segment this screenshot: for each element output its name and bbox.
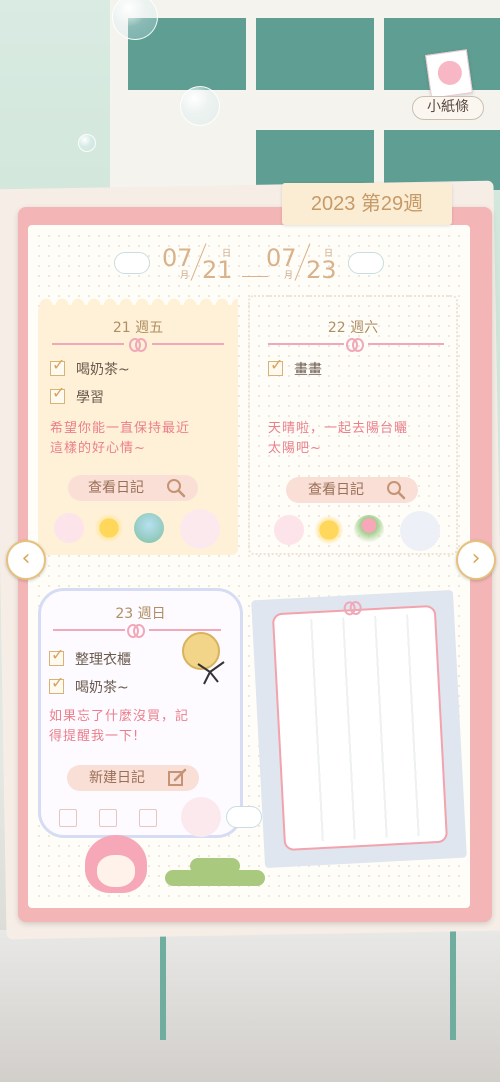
end-day: 23 <box>306 256 337 284</box>
diary-preview: 天晴啦，一起去陽台曬 太陽吧~ <box>268 421 409 456</box>
bow-icon <box>346 338 364 352</box>
date-range-header: 07 月 日 21 07 月 日 23 <box>110 238 390 288</box>
cloud-icon <box>226 806 262 828</box>
bow-icon <box>127 624 145 638</box>
day-title: 21 週五 <box>112 320 164 336</box>
note-paper-icon <box>425 49 473 99</box>
chevron-left-icon: ‹ <box>21 546 31 571</box>
month-label: 月 <box>284 271 294 281</box>
cloud-icon <box>348 252 384 274</box>
edit-icon <box>168 768 187 786</box>
bow-icon <box>129 338 147 352</box>
note-button[interactable]: 小紙條 <box>412 48 484 122</box>
empty-sticker-slot[interactable] <box>99 809 117 827</box>
day-title: 22 週六 <box>327 320 379 336</box>
start-day: 21 <box>202 256 233 284</box>
cloud-icon <box>114 252 150 274</box>
grass-decoration <box>190 858 240 874</box>
floor <box>0 930 500 1082</box>
prev-week-button[interactable]: ‹ <box>6 540 46 580</box>
day-card-saturday[interactable]: 22 週六 ✓ 畫畫 天晴啦，一起去陽台曬 太陽吧~ 查看日記 <box>248 295 458 555</box>
search-icon <box>387 481 406 500</box>
bubble-decoration <box>78 134 96 152</box>
ribbon-icon <box>197 661 225 685</box>
chevron-right-icon: › <box>471 546 481 571</box>
smile-face-sticker-icon <box>274 515 304 545</box>
diary-preview: 希望你能一直保持最近 這樣的好心情~ <box>50 421 191 456</box>
search-icon <box>167 479 186 498</box>
photo-frame[interactable] <box>251 589 467 869</box>
new-diary-button[interactable]: 新建日記 <box>67 765 199 791</box>
bow-icon <box>343 601 361 612</box>
chibi-girl-face <box>97 855 135 887</box>
empty-sticker-slot[interactable] <box>180 509 220 549</box>
empty-sticker-slot[interactable] <box>139 809 157 827</box>
view-diary-button[interactable]: 查看日記 <box>286 477 418 503</box>
week-tag: 2023 第29週 <box>282 183 452 225</box>
sun-sticker-icon <box>314 515 344 545</box>
smile-face-sticker-icon <box>54 513 84 543</box>
day-card-sunday[interactable]: 23 週日 ✓ 整理衣櫃 ✓ 喝奶茶~ 如果忘了什麼沒買，記 得提醒我一下! 新… <box>38 588 243 838</box>
photo-slot[interactable] <box>271 604 449 852</box>
view-diary-button[interactable]: 查看日記 <box>68 475 198 501</box>
bubble-decoration <box>180 86 220 126</box>
diary-preview: 如果忘了什麼沒買，記 得提醒我一下! <box>49 709 190 744</box>
empty-sticker-slot[interactable] <box>181 797 221 837</box>
day-card-friday[interactable]: 21 週五 ✓ 喝奶茶~ ✓ 學習 希望你能一直保持最近 這樣的好心情~ 查看日… <box>38 297 238 555</box>
empty-sticker-slot[interactable] <box>59 809 77 827</box>
bunny-sticker-icon <box>400 511 440 551</box>
landscape-sticker-icon <box>134 513 164 543</box>
next-week-button[interactable]: › <box>456 540 496 580</box>
month-label: 月 <box>180 271 190 281</box>
flower-sticker-icon <box>354 515 384 545</box>
sun-sticker-icon <box>94 513 124 543</box>
note-button-label: 小紙條 <box>412 96 484 120</box>
day-title: 23 週日 <box>115 606 166 622</box>
